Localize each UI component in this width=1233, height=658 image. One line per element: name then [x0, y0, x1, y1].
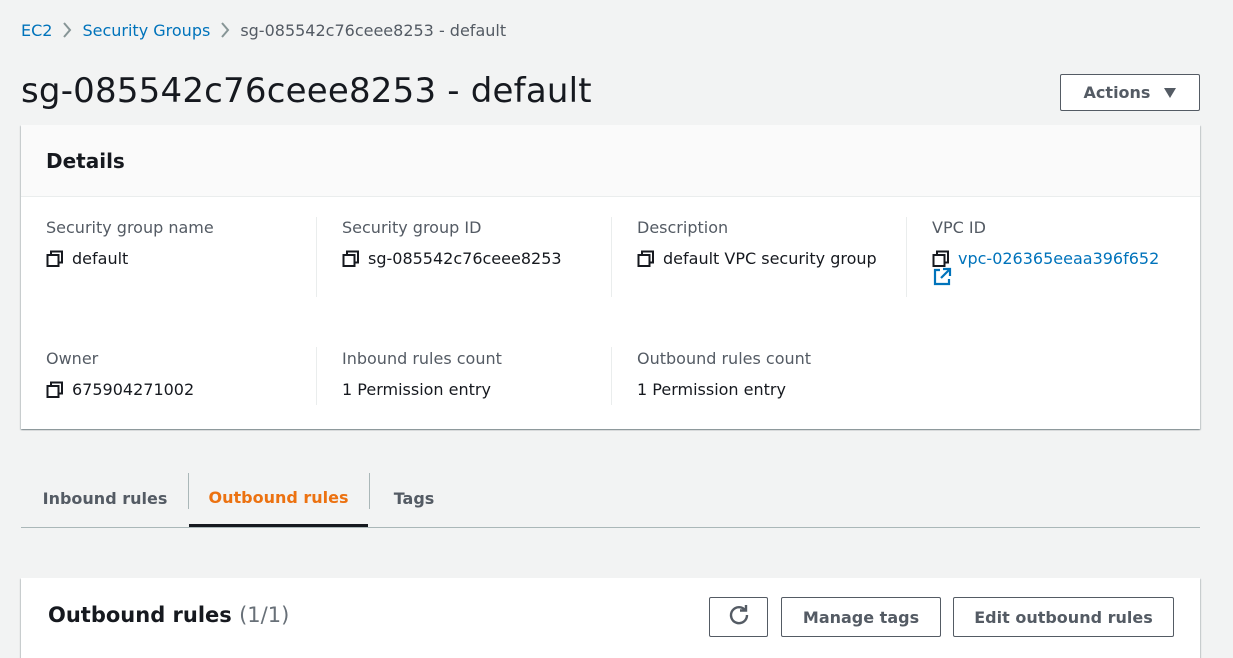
outbound-rules-title: Outbound rules	[48, 603, 232, 627]
tab-inbound-rules[interactable]: Inbound rules	[21, 470, 189, 527]
breadcrumb-security-groups-link[interactable]: Security Groups	[82, 21, 210, 40]
field-outbound-rules-count: Outbound rules count 1 Permission entry	[637, 348, 811, 401]
tab-tags[interactable]: Tags	[370, 470, 458, 527]
copy-icon[interactable]	[637, 250, 655, 268]
field-vpc-id: VPC ID vpc-026365eeaa396f652	[932, 217, 1159, 286]
breadcrumb-current: sg-085542c76ceee8253 - default	[240, 20, 507, 40]
copy-icon[interactable]	[932, 250, 950, 268]
field-label: Inbound rules count	[342, 349, 502, 368]
details-header: Details	[21, 125, 1200, 197]
field-value: sg-085542c76ceee8253	[368, 249, 562, 268]
column-divider	[611, 217, 612, 297]
refresh-button[interactable]	[709, 597, 768, 637]
column-divider	[316, 217, 317, 297]
outbound-rules-count: (1/1)	[239, 603, 290, 627]
field-label: Security group name	[46, 218, 214, 237]
field-label: Security group ID	[342, 218, 482, 237]
page-title: sg-085542c76ceee8253 - default	[21, 71, 592, 111]
field-value: default VPC security group	[663, 249, 877, 268]
field-security-group-id: Security group ID sg-085542c76ceee8253	[342, 217, 562, 270]
field-value-row: sg-085542c76ceee8253	[342, 248, 562, 270]
field-security-group-name: Security group name default	[46, 217, 214, 270]
field-value: 1 Permission entry	[637, 380, 786, 399]
manage-tags-button[interactable]: Manage tags	[781, 597, 941, 637]
outbound-rules-panel: Outbound rules (1/1) Manage tags Edit ou…	[21, 578, 1200, 658]
field-owner: Owner 675904271002	[46, 348, 194, 401]
tab-bar: Inbound rules Outbound rules Tags	[21, 470, 1200, 528]
outbound-rules-heading: Outbound rules (1/1)	[48, 602, 289, 628]
chevron-right-icon	[52, 18, 82, 42]
field-inbound-rules-count: Inbound rules count 1 Permission entry	[342, 348, 502, 401]
field-value-row: 675904271002	[46, 379, 194, 401]
field-value: 1 Permission entry	[342, 380, 491, 399]
copy-icon[interactable]	[46, 250, 64, 268]
column-divider	[316, 347, 317, 405]
field-value-row: default VPC security group	[637, 248, 877, 270]
field-value-row: default	[46, 248, 214, 270]
vpc-id-link[interactable]: vpc-026365eeaa396f652	[958, 248, 1159, 270]
field-label: Owner	[46, 349, 99, 368]
field-value: default	[72, 249, 129, 268]
edit-outbound-rules-button[interactable]: Edit outbound rules	[953, 597, 1174, 637]
refresh-icon	[728, 604, 750, 630]
breadcrumb: EC2 Security Groups sg-085542c76ceee8253…	[21, 18, 506, 42]
copy-icon[interactable]	[46, 381, 64, 399]
actions-button[interactable]: Actions	[1060, 74, 1200, 111]
field-value-row: vpc-026365eeaa396f652	[932, 248, 1159, 270]
column-divider	[611, 347, 612, 405]
actions-button-label: Actions	[1083, 83, 1151, 102]
field-label: VPC ID	[932, 218, 986, 237]
field-label: Outbound rules count	[637, 349, 812, 368]
copy-icon[interactable]	[342, 250, 360, 268]
details-title: Details	[46, 149, 125, 173]
caret-down-icon	[1164, 87, 1177, 98]
tab-outbound-rules[interactable]: Outbound rules	[189, 470, 368, 527]
external-link-icon[interactable]	[932, 267, 952, 287]
chevron-right-icon	[210, 18, 240, 42]
breadcrumb-ec2-link[interactable]: EC2	[21, 21, 52, 40]
details-panel: Details Security group name default Secu…	[21, 125, 1200, 429]
column-divider	[906, 217, 907, 297]
field-description: Description default VPC security group	[637, 217, 877, 270]
field-value: 675904271002	[72, 380, 195, 399]
field-label: Description	[637, 218, 729, 237]
